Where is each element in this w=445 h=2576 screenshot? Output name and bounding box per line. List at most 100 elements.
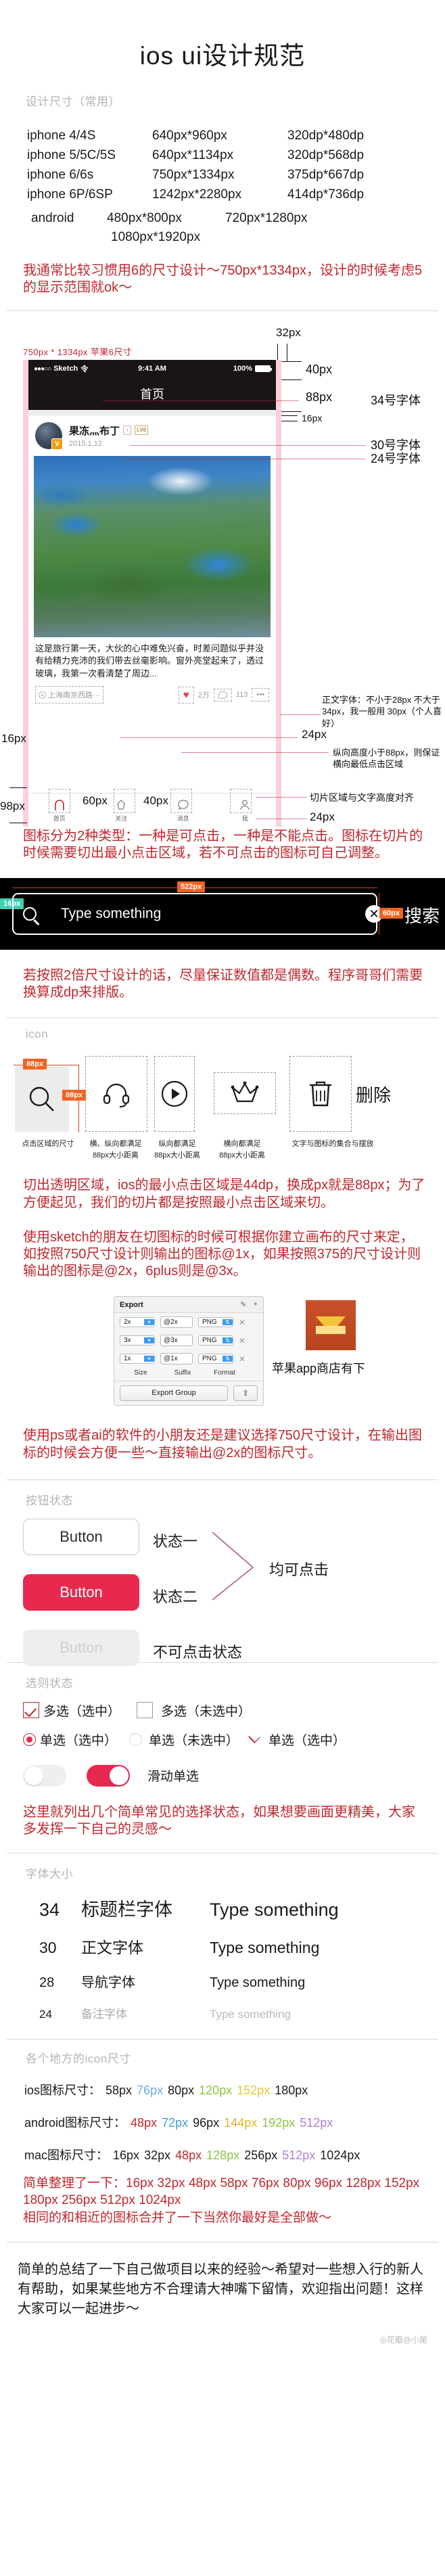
icon-size-value: 80px bbox=[168, 2084, 195, 2098]
size-select[interactable]: 3x ▾ bbox=[120, 1335, 155, 1346]
icon-size-value: 72px bbox=[162, 2116, 189, 2130]
table-row: iphone 5/5C/5S 640px*1134px 320dp*568dp bbox=[27, 146, 445, 166]
font-size-usage: 导航字体 bbox=[81, 1975, 135, 1991]
add-icon[interactable]: + bbox=[254, 1300, 258, 1309]
icon-slice-note: 切出透明区域，ios的最小点击区域是44dp，换成px就是88px；为了方便起见… bbox=[23, 1178, 425, 1210]
icon-size-value: 192px bbox=[262, 2116, 296, 2130]
crown-icon-box[interactable] bbox=[214, 1072, 276, 1115]
comment-chip[interactable] bbox=[213, 688, 232, 702]
size-select[interactable]: 1x ▾ bbox=[120, 1354, 155, 1364]
annotation-98px: 98px bbox=[0, 799, 25, 812]
export-group-button[interactable]: Export Group bbox=[120, 1385, 228, 1402]
format-select[interactable]: PNG ⇅ bbox=[198, 1317, 233, 1328]
sketch-export-area: Export ✎ + 2x ▾ @2x PNG ⇅ ✕ 3x ▾ @3x PNG ⇅ ✕… bbox=[0, 1284, 445, 1431]
remove-icon[interactable]: ✕ bbox=[239, 1318, 245, 1327]
location-pin-icon bbox=[39, 691, 46, 699]
user-info: 果冻灬布丁 ♀ LV6 2015.1.12 bbox=[69, 423, 149, 448]
feed-card: 果冻灬布丁 ♀ LV6 2015.1.12 这是旅行第一天，大伙的心中难免兴奋，… bbox=[28, 415, 276, 710]
search-note: 若按照2倍尺寸设计的话，尽量保证数值都是偶数。程序哥哥们需要换算成dp来排版。 bbox=[23, 968, 423, 1001]
annotation-align-rule: 切片区域与文字高度对齐 bbox=[310, 791, 414, 803]
suffix-input[interactable]: @3x bbox=[160, 1335, 193, 1347]
icon-size-value: 58px bbox=[106, 2084, 133, 2098]
avatar[interactable] bbox=[35, 421, 63, 450]
suffix-input[interactable]: @1x bbox=[160, 1353, 193, 1365]
checkbox-unchecked-label: 多选（未选中） bbox=[161, 1704, 252, 1719]
font-size-number: 28 bbox=[39, 1975, 55, 1991]
user-name: 果冻灬布丁 bbox=[69, 425, 120, 437]
table-row: iphone 6P/6SP 1242px*2280px 414dp*736dp bbox=[27, 185, 445, 205]
format-select[interactable]: PNG ⇅ bbox=[198, 1335, 233, 1346]
size-value: 2x bbox=[124, 1318, 131, 1327]
sketch-gem-icon bbox=[316, 1316, 346, 1335]
leader-line bbox=[130, 444, 365, 446]
state-label-1: 状态一 bbox=[153, 1532, 198, 1550]
slice-box bbox=[170, 788, 192, 813]
play-icon-box[interactable] bbox=[154, 1056, 195, 1132]
stepper-icon: ⇅ bbox=[222, 1319, 233, 1326]
search-field[interactable]: Type something bbox=[12, 893, 377, 935]
button-state-1[interactable]: Button bbox=[23, 1518, 139, 1555]
trash-icon-box[interactable] bbox=[289, 1056, 352, 1132]
post-meta-row: 上海南京西路··· ♥ 2万 113 ••• bbox=[28, 683, 276, 709]
format-value: PNG bbox=[202, 1337, 217, 1345]
edit-icon[interactable]: ✎ bbox=[240, 1300, 246, 1309]
device-dp: 320dp*480dp bbox=[287, 129, 365, 143]
checkbox-unchecked-icon[interactable] bbox=[137, 1702, 154, 1719]
annotation-height-rule: 纵向高度小于88px，则保证横向最低点击区域 bbox=[333, 747, 440, 770]
radio-unchecked-icon[interactable] bbox=[129, 1732, 143, 1746]
icon-size-summary-2: 相同的和相近的图标合并了一下当然你最好是全部做～ bbox=[23, 2211, 332, 2226]
mock-caption: 750px * 1334px 苹果6尺寸 bbox=[23, 346, 133, 357]
format-value: PNG bbox=[202, 1318, 217, 1327]
stepper-icon: ⇅ bbox=[222, 1337, 233, 1344]
trash-icon bbox=[309, 1082, 331, 1107]
switch-on[interactable] bbox=[87, 1764, 130, 1787]
size-select[interactable]: 2x ▾ bbox=[120, 1317, 155, 1328]
search-button[interactable]: 搜索 bbox=[404, 902, 440, 927]
closing-text: 简单的总结了一下自己做项目以来的经验～希望对一些想入行的新人有帮助，如果某些地方… bbox=[18, 2262, 423, 2317]
checkmark-icon[interactable] bbox=[248, 1731, 260, 1744]
export-row: 2x ▾ @2x PNG ⇅ ✕ bbox=[114, 1313, 263, 1331]
remove-icon[interactable]: ✕ bbox=[239, 1336, 245, 1346]
annotation-16px-left: 16px bbox=[1, 731, 26, 745]
font-size-usage: 备注字体 bbox=[81, 2008, 127, 2021]
font-size-sample: Type something bbox=[210, 1975, 306, 1991]
more-chip[interactable]: ••• bbox=[252, 688, 269, 702]
button-label: Button bbox=[60, 1527, 103, 1545]
switch-off[interactable] bbox=[23, 1764, 66, 1787]
button-state-2[interactable]: Button bbox=[23, 1573, 139, 1611]
icon-size-row-mac: mac图标尺寸： 16px 32px 48px 128px 256px 512px 1024p… bbox=[0, 2146, 445, 2163]
annotation-32px: 32px bbox=[276, 325, 301, 339]
level-badge: LV6 bbox=[135, 426, 149, 436]
state-label-2: 状态二 bbox=[153, 1588, 198, 1605]
heart-icon: ♥ bbox=[183, 689, 189, 701]
like-chip[interactable]: ♥ bbox=[178, 686, 194, 704]
annotation-font-34: 34号字体 bbox=[371, 393, 421, 407]
state-label-3: 不可点击状态 bbox=[153, 1643, 243, 1661]
location-chip[interactable]: 上海南京西路··· bbox=[35, 686, 103, 704]
chevron-down-icon: ▾ bbox=[144, 1356, 154, 1362]
format-select[interactable]: PNG ⇅ bbox=[198, 1354, 233, 1364]
font-size-row: 34 标题栏字体 Type something bbox=[0, 1895, 445, 1921]
section-label-icon-sizes: 各个地方的icon尺寸 bbox=[26, 2052, 131, 2066]
headset-icon-box[interactable] bbox=[85, 1056, 147, 1132]
font-size-sample: Type something bbox=[210, 1939, 320, 1957]
icon-size-value: 32px bbox=[144, 2148, 171, 2163]
table-row: iphone 4/4S 640px*960px 320dp*480dp bbox=[27, 127, 445, 146]
tag-60px: 60px bbox=[379, 908, 403, 919]
share-icon[interactable]: ⇪ bbox=[233, 1385, 258, 1402]
post-date: 2015.1.12 bbox=[69, 439, 102, 448]
icon-demo-row: 88px 88px 删除 bbox=[0, 1056, 445, 1133]
suffix-input[interactable]: @2x bbox=[160, 1316, 193, 1329]
icon-captions-row: 点击区域的尺寸 横、纵向都满足 88px大小距离 纵向都满足 88px大小距离 … bbox=[0, 1133, 445, 1161]
icon-size-value: 96px bbox=[193, 2116, 220, 2130]
remove-icon[interactable]: ✕ bbox=[239, 1354, 245, 1364]
col-label-size: Size bbox=[134, 1369, 147, 1377]
checkbox-checked-icon[interactable] bbox=[23, 1702, 39, 1719]
android-px-3: 1080px*1920px bbox=[111, 230, 201, 245]
search-icon-box[interactable] bbox=[15, 1067, 69, 1132]
select-state-block: 多选（选中） 多选（未选中） 单选（选中） 单选（未选中） 单选（选中） 滑动单… bbox=[0, 1701, 445, 1787]
leader-line bbox=[256, 796, 307, 798]
crown-icon bbox=[231, 1081, 259, 1103]
icon-caption: 纵向都满足 88px大小距离 bbox=[154, 1140, 200, 1159]
radio-checked-icon[interactable] bbox=[23, 1732, 36, 1746]
